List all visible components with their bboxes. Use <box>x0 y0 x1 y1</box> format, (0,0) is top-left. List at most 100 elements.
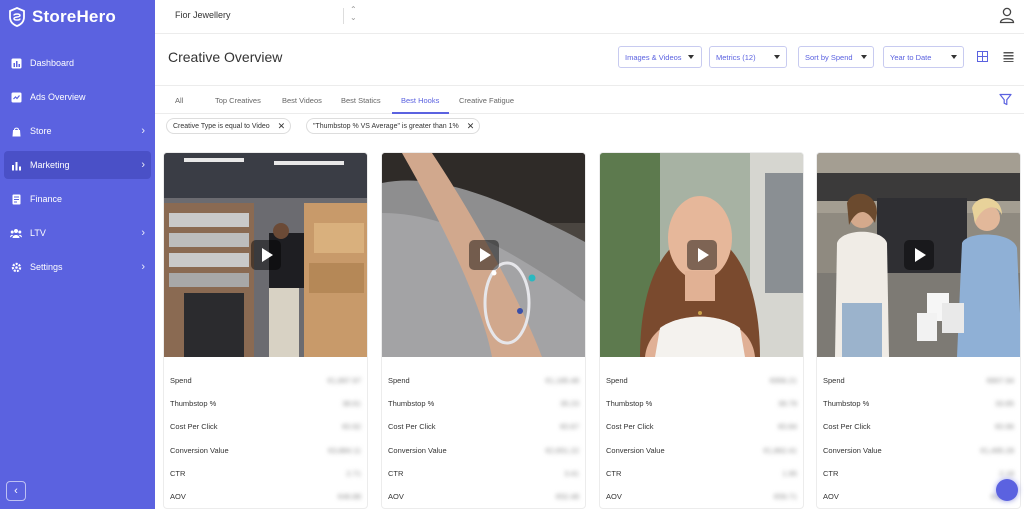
creative-card[interactable]: Spend €1,185.48 Thumbstop % 35.23 Cost Per… <box>381 152 586 509</box>
sidebar-item-label: Finance <box>30 194 63 204</box>
list-icon <box>1003 51 1013 62</box>
metric-value: €0.92 <box>342 422 361 432</box>
close-icon[interactable]: ✕ <box>467 121 475 132</box>
filter-icon[interactable] <box>999 93 1012 106</box>
metric-label: Cost Per Click <box>170 422 218 432</box>
chat-launcher-button[interactable] <box>996 479 1018 501</box>
sort-dropdown[interactable]: Sort by Spend <box>798 46 874 68</box>
metric-value: €1,862.41 <box>763 445 797 455</box>
video-thumbnail[interactable] <box>600 153 803 357</box>
metric-value: €1,897.97 <box>327 376 361 386</box>
chevron-right-icon: › <box>141 125 145 137</box>
metric-row-thumbstop: Thumbstop % 33.85 <box>823 392 1014 415</box>
metric-label: Conversion Value <box>606 445 665 455</box>
video-thumbnail[interactable] <box>817 153 1020 357</box>
chevron-left-icon: ‹ <box>14 485 18 497</box>
metric-value: €1,185.48 <box>545 376 579 386</box>
creative-tabs: All Top Creatives Best Videos Best Stati… <box>155 87 1024 114</box>
metric-label: AOV <box>388 492 404 502</box>
metric-label: AOV <box>606 492 622 502</box>
metric-label: CTR <box>388 468 404 478</box>
tab-best-statics[interactable]: Best Statics <box>341 96 381 105</box>
metric-label: CTR <box>606 468 622 478</box>
store-icon <box>10 125 22 137</box>
sidebar-item-label: Store <box>30 126 52 136</box>
metric-row-spend: Spend €1,185.48 <box>388 369 579 392</box>
sidebar-item-finance[interactable]: Finance <box>4 185 151 213</box>
metric-label: CTR <box>170 468 186 478</box>
play-button[interactable] <box>686 240 717 270</box>
media-type-dropdown[interactable]: Images & Videos <box>618 46 702 68</box>
sidebar: StoreHero Dashboard Ads Overview Store › <box>0 0 155 509</box>
metric-row-ctr: CTR 2.18 <box>823 462 1014 485</box>
topbar: Fior Jewellery ⌃ ⌄ <box>155 0 1024 34</box>
caret-down-icon <box>951 55 957 59</box>
close-icon[interactable]: ✕ <box>278 121 286 132</box>
metric-value: 2.18 <box>999 468 1014 478</box>
chevron-updown-icon[interactable]: ⌃ ⌄ <box>350 6 357 22</box>
metric-value: 33.85 <box>995 399 1014 409</box>
metric-label: AOV <box>170 492 186 502</box>
store-selector[interactable]: Fior Jewellery <box>175 10 231 20</box>
metric-label: Spend <box>606 376 628 386</box>
creative-metrics: Spend €807.94 Thumbstop % 33.85 Cost Per C… <box>817 357 1020 508</box>
grid-view-button[interactable] <box>974 48 990 64</box>
metric-row-cpc: Cost Per Click €0.67 <box>388 415 579 438</box>
sidebar-item-settings[interactable]: Settings › <box>4 253 151 281</box>
chevron-right-icon: › <box>141 159 145 171</box>
tab-best-hooks[interactable]: Best Hooks <box>401 96 439 105</box>
creative-card[interactable]: Spend €807.94 Thumbstop % 33.85 Cost Per C… <box>816 152 1021 509</box>
ads-overview-icon <box>10 91 22 103</box>
metric-label: Cost Per Click <box>606 422 654 432</box>
metric-row-conversion-value: Conversion Value €2,651.22 <box>388 439 579 462</box>
play-button[interactable] <box>468 240 499 270</box>
tab-all[interactable]: All <box>175 96 183 105</box>
creative-card[interactable]: Spend €1,897.97 Thumbstop % 38.61 Cost Per… <box>163 152 368 509</box>
metric-row-cpc: Cost Per Click €0.92 <box>170 415 361 438</box>
metric-value: €1,495.28 <box>980 445 1014 455</box>
metric-value: €0.67 <box>560 422 579 432</box>
creative-metrics: Spend €1,185.48 Thumbstop % 35.23 Cost Per… <box>382 357 585 508</box>
tab-creative-fatigue[interactable]: Creative Fatigue <box>459 96 514 105</box>
creative-card[interactable]: Spend €956.21 Thumbstop % 39.79 Cost Per C… <box>599 152 804 509</box>
metric-value: 39.79 <box>778 399 797 409</box>
metric-label: Cost Per Click <box>823 422 871 432</box>
play-button[interactable] <box>903 240 934 270</box>
metric-value: €0.84 <box>778 422 797 432</box>
app-logo[interactable]: StoreHero <box>0 0 155 34</box>
sidebar-item-ltv[interactable]: LTV › <box>4 219 151 247</box>
metric-row-ctr: CTR 1.95 <box>606 462 797 485</box>
sidebar-item-store[interactable]: Store › <box>4 117 151 145</box>
video-thumbnail[interactable] <box>164 153 367 357</box>
sidebar-item-ads-overview[interactable]: Ads Overview <box>4 83 151 111</box>
tab-top-creatives[interactable]: Top Creatives <box>215 96 261 105</box>
metric-row-aov: AOV €46.88 <box>170 485 361 508</box>
video-thumbnail[interactable] <box>382 153 585 357</box>
metric-label: Thumbstop % <box>606 399 653 409</box>
storehero-shield-icon <box>9 7 25 27</box>
sidebar-item-marketing[interactable]: Marketing › <box>4 151 151 179</box>
marketing-icon <box>10 159 22 171</box>
sidebar-item-dashboard[interactable]: Dashboard <box>4 49 151 77</box>
dropdown-label: Metrics (12) <box>716 52 756 62</box>
metric-row-aov: AOV€48.23 <box>823 485 1014 508</box>
list-view-button[interactable] <box>1000 48 1016 64</box>
user-icon[interactable] <box>998 6 1016 24</box>
metric-row-thumbstop: Thumbstop % 38.61 <box>170 392 361 415</box>
filter-chip-thumbstop: "Thumbstop % VS Average" is greater than… <box>306 118 481 134</box>
collapse-sidebar-button[interactable]: ‹ <box>6 481 26 501</box>
metric-row-aov: AOV €59.71 <box>606 485 797 508</box>
metric-label: Spend <box>170 376 192 386</box>
sidebar-item-label: Settings <box>30 262 63 272</box>
sidebar-item-label: LTV <box>30 228 46 238</box>
dropdown-label: Sort by Spend <box>805 52 853 62</box>
metric-value: 38.61 <box>342 399 361 409</box>
filter-chip-label: Creative Type is equal to Video <box>173 122 270 130</box>
play-button[interactable] <box>250 240 281 270</box>
creative-metrics: Spend €956.21 Thumbstop % 39.79 Cost Per C… <box>600 357 803 508</box>
tab-best-videos[interactable]: Best Videos <box>282 96 322 105</box>
date-range-dropdown[interactable]: Year to Date <box>883 46 964 68</box>
sidebar-nav: Dashboard Ads Overview Store › Marketing… <box>0 46 155 287</box>
metrics-dropdown[interactable]: Metrics (12) <box>709 46 787 68</box>
metric-label: Thumbstop % <box>170 399 217 409</box>
